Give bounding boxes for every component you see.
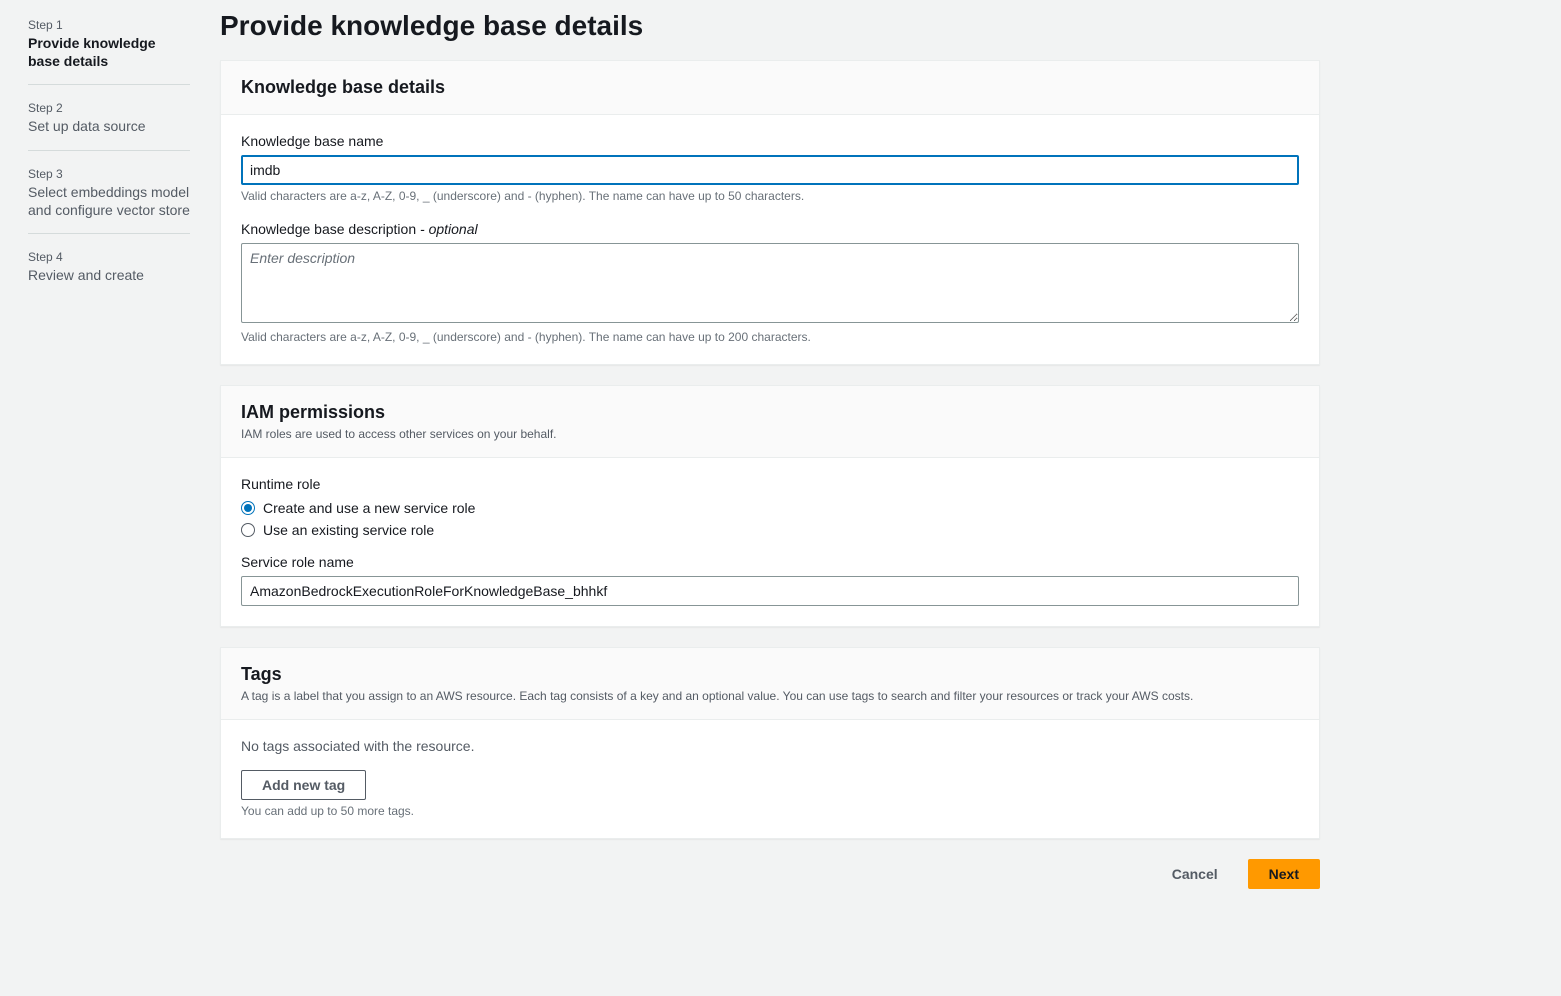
iam-permissions-panel: IAM permissions IAM roles are used to ac…	[220, 385, 1320, 627]
kb-name-hint: Valid characters are a-z, A-Z, 0-9, _ (u…	[241, 189, 1299, 203]
service-role-name-field: Service role name	[241, 554, 1299, 606]
panel-title: Tags	[241, 664, 1299, 685]
step-1[interactable]: Step 1 Provide knowledge base details	[28, 10, 190, 85]
runtime-role-radio-group: Create and use a new service role Use an…	[241, 500, 1299, 538]
panel-subtitle: IAM roles are used to access other servi…	[241, 427, 1299, 441]
service-role-name-input[interactable]	[241, 576, 1299, 606]
radio-existing-role-label: Use an existing service role	[263, 522, 434, 538]
no-tags-message: No tags associated with the resource.	[241, 738, 1299, 754]
step-number: Step 3	[28, 167, 190, 181]
step-number: Step 1	[28, 18, 190, 32]
panel-body: Knowledge base name Valid characters are…	[221, 115, 1319, 364]
panel-title: Knowledge base details	[241, 77, 1299, 98]
kb-desc-hint: Valid characters are a-z, A-Z, 0-9, _ (u…	[241, 330, 1299, 344]
kb-desc-optional: - optional	[416, 221, 477, 237]
panel-body: Runtime role Create and use a new servic…	[221, 458, 1319, 626]
radio-selected-icon	[241, 501, 255, 515]
kb-desc-field: Knowledge base description - optional Va…	[241, 221, 1299, 344]
step-number: Step 2	[28, 101, 190, 115]
add-tag-hint: You can add up to 50 more tags.	[241, 804, 1299, 818]
main-content: Provide knowledge base details Knowledge…	[220, 10, 1320, 889]
next-button[interactable]: Next	[1248, 859, 1320, 889]
cancel-button[interactable]: Cancel	[1152, 860, 1238, 888]
page-title: Provide knowledge base details	[220, 10, 1320, 42]
panel-header: Tags A tag is a label that you assign to…	[221, 648, 1319, 720]
kb-name-field: Knowledge base name Valid characters are…	[241, 133, 1299, 203]
panel-header: Knowledge base details	[221, 61, 1319, 115]
panel-subtitle: A tag is a label that you assign to an A…	[241, 689, 1299, 703]
step-title: Review and create	[28, 266, 190, 284]
add-new-tag-button[interactable]: Add new tag	[241, 770, 366, 800]
radio-new-role-label: Create and use a new service role	[263, 500, 475, 516]
runtime-role-label: Runtime role	[241, 476, 1299, 492]
step-4[interactable]: Step 4 Review and create	[28, 242, 190, 298]
radio-existing-role[interactable]: Use an existing service role	[241, 522, 1299, 538]
kb-name-input[interactable]	[241, 155, 1299, 185]
step-title: Select embeddings model and configure ve…	[28, 183, 190, 219]
panel-header: IAM permissions IAM roles are used to ac…	[221, 386, 1319, 458]
panel-title: IAM permissions	[241, 402, 1299, 423]
kb-name-label: Knowledge base name	[241, 133, 1299, 149]
radio-new-role[interactable]: Create and use a new service role	[241, 500, 1299, 516]
kb-desc-input[interactable]	[241, 243, 1299, 323]
knowledge-base-details-panel: Knowledge base details Knowledge base na…	[220, 60, 1320, 365]
kb-desc-label-text: Knowledge base description	[241, 221, 416, 237]
step-title: Set up data source	[28, 117, 190, 135]
tags-panel: Tags A tag is a label that you assign to…	[220, 647, 1320, 839]
kb-desc-label: Knowledge base description - optional	[241, 221, 1299, 237]
step-2[interactable]: Step 2 Set up data source	[28, 93, 190, 150]
radio-unselected-icon	[241, 523, 255, 537]
step-number: Step 4	[28, 250, 190, 264]
footer-actions: Cancel Next	[220, 859, 1320, 889]
step-title: Provide knowledge base details	[28, 34, 190, 70]
wizard-sidebar: Step 1 Provide knowledge base details St…	[0, 10, 190, 889]
panel-body: No tags associated with the resource. Ad…	[221, 720, 1319, 838]
service-role-name-label: Service role name	[241, 554, 1299, 570]
step-3[interactable]: Step 3 Select embeddings model and confi…	[28, 159, 190, 234]
